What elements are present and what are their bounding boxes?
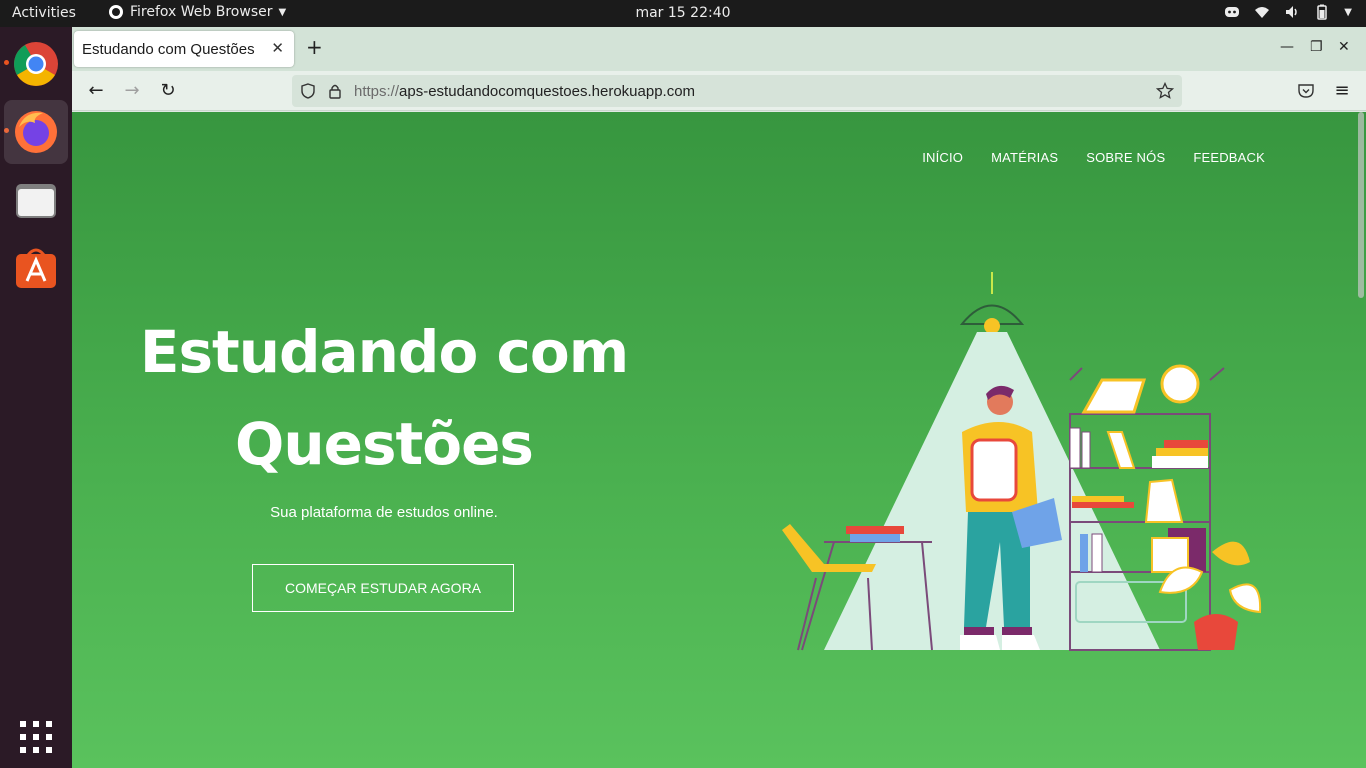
pocket-icon[interactable] — [1297, 82, 1315, 100]
navigation-toolbar: ← → ↻ https://aps-estudandocomquestoes.h… — [72, 71, 1366, 111]
new-tab-button[interactable]: + — [306, 37, 323, 57]
hero-title-line2: Questões — [235, 410, 534, 478]
site-navigation: INÍCIO MATÉRIAS SOBRE NÓS FEEDBACK — [922, 150, 1265, 165]
chrome-icon — [14, 42, 58, 86]
discord-icon[interactable] — [1224, 4, 1240, 20]
power-menu-chevron-icon[interactable]: ▼ — [1344, 7, 1352, 18]
window-close-icon[interactable]: ✕ — [1338, 39, 1350, 55]
lock-icon[interactable] — [328, 83, 342, 99]
nav-sobre-nos[interactable]: SOBRE NÓS — [1086, 150, 1165, 165]
maximize-icon[interactable]: ❐ — [1310, 39, 1323, 55]
dock — [0, 27, 72, 768]
bookmark-star-icon[interactable] — [1156, 82, 1174, 100]
clock[interactable]: mar 15 22:40 — [635, 5, 730, 21]
scrollbar[interactable] — [1358, 112, 1364, 298]
hero-subtitle: Sua plataforma de estudos online. — [270, 504, 498, 521]
nav-materias[interactable]: MATÉRIAS — [991, 150, 1058, 165]
files-icon — [16, 184, 56, 218]
url-host: aps-estudandocomquestoes.herokuapp.com — [399, 83, 696, 100]
tab-title: Estudando com Questões — [82, 41, 255, 58]
hero-title-line1: Estudando com — [139, 318, 629, 386]
chevron-down-icon: ▼ — [278, 6, 287, 18]
tab-estudando[interactable]: Estudando com Questões ✕ — [74, 31, 294, 67]
volume-icon[interactable] — [1284, 4, 1300, 20]
files-launcher[interactable] — [4, 168, 68, 232]
study-illustration — [782, 272, 1262, 651]
start-studying-button[interactable]: COMEÇAR ESTUDAR AGORA — [252, 564, 514, 612]
close-icon[interactable]: ✕ — [271, 39, 284, 57]
tab-strip: Estudando com Questões ✕ + — ❐ ✕ — [72, 27, 1366, 71]
web-page: INÍCIO MATÉRIAS SOBRE NÓS FEEDBACK Estud… — [72, 112, 1366, 768]
forward-icon[interactable]: → — [122, 81, 142, 101]
show-applications-icon — [20, 721, 52, 753]
hero-title: Estudando com Questões — [124, 306, 644, 490]
wifi-icon[interactable] — [1254, 4, 1270, 20]
activities-button[interactable]: Activities — [12, 5, 76, 21]
battery-icon[interactable] — [1314, 4, 1330, 20]
minimize-icon[interactable]: — — [1280, 39, 1294, 55]
system-top-bar: Activities Firefox Web Browser ▼ mar 15 … — [0, 0, 1366, 27]
hamburger-menu-icon[interactable]: ≡ — [1332, 81, 1352, 101]
url-text[interactable]: https://aps-estudandocomquestoes.herokua… — [354, 83, 695, 100]
app-menu-label: Firefox Web Browser — [130, 4, 273, 20]
firefox-icon — [15, 111, 57, 153]
nav-inicio[interactable]: INÍCIO — [922, 150, 963, 165]
back-icon[interactable]: ← — [86, 81, 106, 101]
firefox-window: Estudando com Questões ✕ + — ❐ ✕ ← → ↻ h… — [72, 27, 1366, 768]
firefox-launcher[interactable] — [4, 100, 68, 164]
system-tray[interactable]: ▼ — [1224, 4, 1352, 20]
reload-icon[interactable]: ↻ — [158, 81, 178, 101]
shield-icon[interactable] — [300, 83, 316, 99]
show-applications-button[interactable] — [16, 717, 56, 761]
nav-feedback[interactable]: FEEDBACK — [1193, 150, 1265, 165]
software-launcher[interactable] — [4, 236, 68, 300]
firefox-small-icon — [109, 5, 123, 19]
software-icon — [16, 248, 56, 288]
chrome-launcher[interactable] — [4, 32, 68, 96]
url-scheme: https:// — [354, 83, 400, 100]
app-menu[interactable]: Firefox Web Browser ▼ — [108, 4, 286, 20]
url-bar[interactable]: https://aps-estudandocomquestoes.herokua… — [292, 75, 1182, 107]
